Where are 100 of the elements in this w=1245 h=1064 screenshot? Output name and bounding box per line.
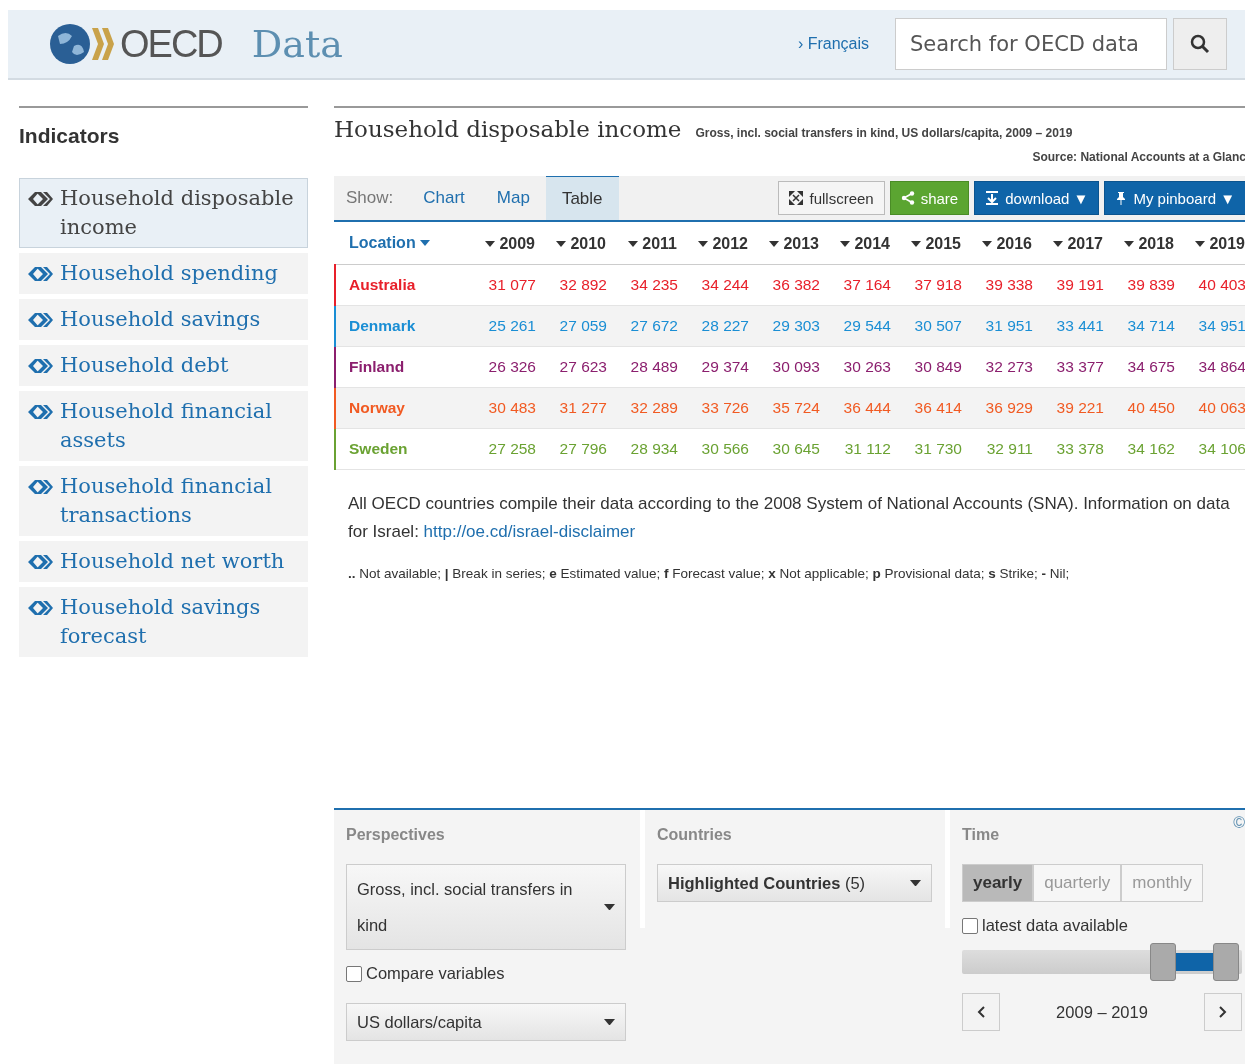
column-header[interactable]: 2011: [608, 222, 679, 264]
expand-icon: [789, 191, 804, 205]
language-link[interactable]: › Français: [797, 35, 869, 53]
compare-checkbox[interactable]: Compare variables: [346, 964, 628, 983]
countries-dropdown[interactable]: Highlighted Countries (5): [657, 864, 932, 902]
table-cell: 40 063: [1176, 387, 1245, 428]
section-title: Time: [962, 826, 1001, 844]
sidebar-item[interactable]: Household spending: [19, 253, 308, 294]
sidebar-title: Indicators: [19, 123, 121, 149]
sidebar-item[interactable]: Household disposable income: [19, 178, 308, 248]
table-cell: 34 106: [1176, 428, 1245, 469]
table-cell: 28 934: [608, 428, 679, 469]
table-cell: 32 273: [963, 346, 1034, 387]
table-cell: 35 724: [750, 387, 821, 428]
column-header[interactable]: 2019: [1176, 222, 1245, 264]
view-tab[interactable]: Map: [480, 176, 546, 220]
site-title: Data: [251, 22, 343, 66]
table-cell: 34 675: [1105, 346, 1176, 387]
column-header[interactable]: 2017: [1034, 222, 1105, 264]
latest-checkbox[interactable]: latest data available: [962, 916, 1233, 935]
logo-text: OECD: [120, 22, 222, 66]
caret-icon: [840, 240, 851, 247]
column-header[interactable]: 2016: [963, 222, 1034, 264]
caret-icon: [698, 240, 709, 247]
chevron-icon: [26, 356, 54, 376]
column-header[interactable]: 2012: [679, 222, 750, 264]
pin-icon: [1115, 191, 1128, 205]
chevron-icon: [26, 402, 54, 422]
column-header[interactable]: Location: [335, 222, 466, 264]
disclaimer-link[interactable]: http://oe.cd/israel-disclaimer: [423, 521, 636, 541]
toolbar-button[interactable]: My pinboard ▼: [1104, 181, 1245, 215]
table-cell: 34 235: [608, 264, 679, 305]
previous-button[interactable]: [962, 993, 1000, 1031]
table-cell: 26 326: [466, 346, 537, 387]
column-header[interactable]: 2015: [892, 222, 963, 264]
toolbar-button[interactable]: fullscreen: [778, 181, 885, 215]
chevron-icon: [26, 598, 54, 618]
table-cell: 34 864: [1176, 346, 1245, 387]
column-header[interactable]: 2013: [750, 222, 821, 264]
frequency-button[interactable]: yearly: [962, 864, 1034, 902]
measure-dropdown[interactable]: Gross, incl. social transfers in kind: [346, 864, 626, 950]
chevron-icon: [26, 552, 54, 572]
sidebar-item[interactable]: Household savings: [19, 299, 308, 340]
view-tab[interactable]: Chart: [407, 176, 481, 220]
table-cell: 39 221: [1034, 387, 1105, 428]
column-header[interactable]: 2018: [1105, 222, 1176, 264]
sidebar-item[interactable]: Household financial assets: [19, 391, 308, 461]
table-cell: 29 374: [679, 346, 750, 387]
table-cell: 27 672: [608, 305, 679, 346]
table-cell: 34 951: [1176, 305, 1245, 346]
search-field[interactable]: Search for OECD data: [895, 18, 1167, 70]
caret-icon: [1195, 240, 1206, 247]
caret-icon: [628, 240, 639, 247]
toolbar-button[interactable]: download ▼: [974, 181, 1100, 215]
table-cell: 30 093: [750, 346, 821, 387]
time-slider[interactable]: [962, 943, 1242, 981]
sidebar-item[interactable]: Household savings forecast: [19, 587, 308, 657]
table-cell: 39 338: [963, 264, 1034, 305]
column-header[interactable]: 2009: [466, 222, 537, 264]
table-cell: 30 849: [892, 346, 963, 387]
table-cell: 28 489: [608, 346, 679, 387]
table-cell: 30 507: [892, 305, 963, 346]
sidebar-item[interactable]: Household debt: [19, 345, 308, 386]
unit-dropdown[interactable]: US dollars/capita: [346, 1003, 626, 1041]
table-cell: 27 258: [466, 428, 537, 469]
search-button[interactable]: [1173, 18, 1227, 70]
view-tab[interactable]: Table: [545, 176, 619, 220]
table-cell: 34 244: [679, 264, 750, 305]
page-title: Household disposable income: [334, 116, 682, 142]
table-cell: 40 450: [1105, 387, 1176, 428]
caret-icon: [910, 879, 921, 887]
caret-icon: [604, 1018, 615, 1026]
table-cell: 33 377: [1034, 346, 1105, 387]
next-button[interactable]: [1204, 993, 1242, 1031]
caret-icon: [1053, 240, 1064, 247]
section-title: Countries: [657, 826, 733, 844]
slider-handle[interactable]: [1149, 943, 1176, 981]
column-header[interactable]: 2014: [821, 222, 892, 264]
slider-handle[interactable]: [1213, 943, 1240, 981]
table-cell: 31 730: [892, 428, 963, 469]
country-cell: Sweden: [335, 428, 466, 469]
share-icon: [900, 191, 915, 205]
search-icon: [1190, 34, 1210, 54]
table-cell: 39 839: [1105, 264, 1176, 305]
table-cell: 37 918: [892, 264, 963, 305]
table-cell: 33 378: [1034, 428, 1105, 469]
sidebar-item[interactable]: Household financial transactions: [19, 466, 308, 536]
table-cell: 30 263: [821, 346, 892, 387]
column-header[interactable]: 2010: [537, 222, 608, 264]
table-cell: 28 227: [679, 305, 750, 346]
table-cell: 33 441: [1034, 305, 1105, 346]
sidebar-item[interactable]: Household net worth: [19, 541, 308, 582]
chevron-icon: [26, 264, 54, 284]
table-cell: 31 077: [466, 264, 537, 305]
time-range: 2009 – 2019: [1056, 1002, 1148, 1022]
caret-icon: [1124, 240, 1135, 247]
table-cell: 32 892: [537, 264, 608, 305]
table-cell: 27 059: [537, 305, 608, 346]
table-cell: 30 566: [679, 428, 750, 469]
table-cell: 36 929: [963, 387, 1034, 428]
